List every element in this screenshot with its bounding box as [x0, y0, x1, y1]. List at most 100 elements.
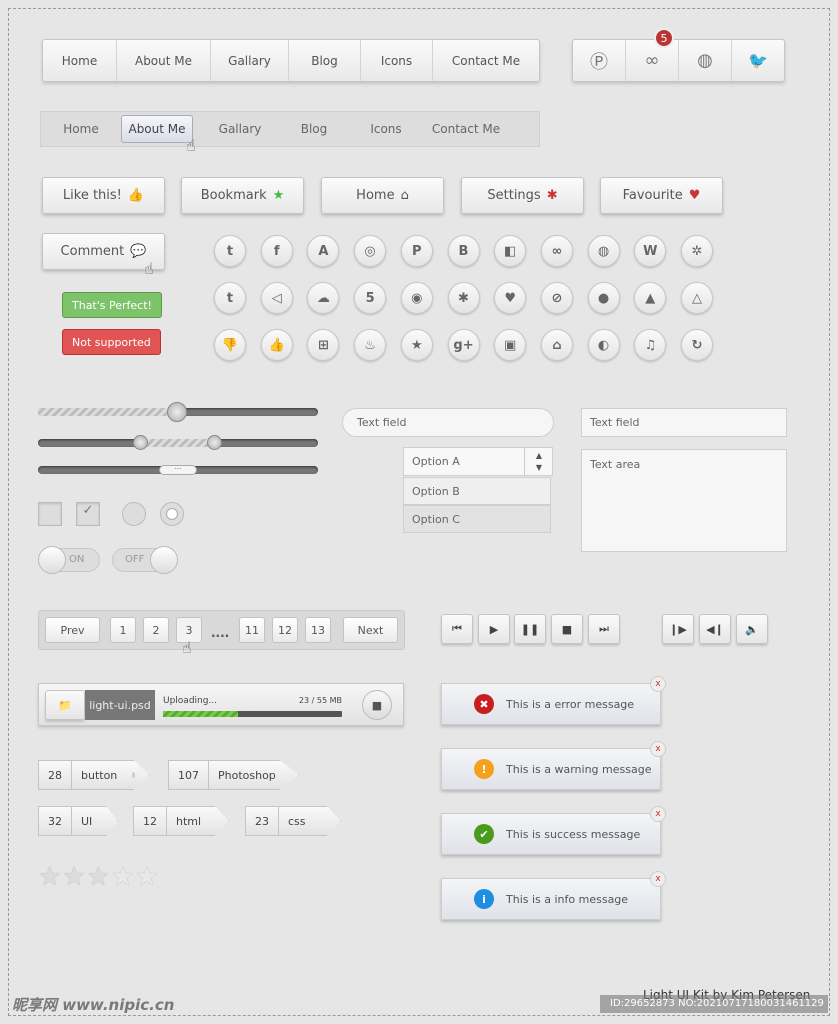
page-12[interactable]: 12 — [272, 617, 298, 643]
paper-plane-icon[interactable]: ◁ — [260, 282, 293, 314]
github-icon[interactable]: ◎ — [354, 235, 387, 267]
bookmark-button[interactable]: Bookmark ★ — [181, 177, 304, 214]
close-icon[interactable]: x — [650, 806, 666, 822]
toggle-knob[interactable] — [38, 546, 66, 574]
favourite-button[interactable]: Favourite ♥ — [600, 177, 723, 214]
html5-icon[interactable]: 5 — [354, 282, 387, 314]
social-bar: Ⓟ ∞ ◍ 🐦 — [572, 39, 785, 82]
tumblr-icon[interactable]: t — [214, 282, 246, 314]
thumbs-up-icon[interactable]: 👍 — [260, 329, 293, 361]
tag-ui[interactable]: 32 UI — [38, 806, 118, 836]
facebook-icon[interactable]: f — [260, 235, 293, 267]
step-forward-button[interactable]: ❙▶ — [662, 614, 694, 644]
google-plus-icon[interactable]: g+ — [447, 329, 480, 361]
slider-handle[interactable] — [167, 402, 187, 422]
aperture-icon[interactable]: ◐ — [587, 329, 620, 361]
checkbox-checked[interactable]: ✓ — [76, 502, 100, 526]
close-icon[interactable]: x — [650, 676, 666, 692]
home-button[interactable]: Home ⌂ — [321, 177, 444, 214]
range-slider-track[interactable] — [38, 439, 318, 447]
tag-html[interactable]: 12 html — [133, 806, 229, 836]
pause-button[interactable]: ❚❚ — [514, 614, 546, 644]
close-icon[interactable]: x — [650, 871, 666, 887]
star-rating[interactable]: ★ ★ ★ ★ ★ — [38, 862, 159, 892]
checkbox-unchecked[interactable] — [38, 502, 62, 526]
twitter-icon[interactable]: t — [214, 235, 246, 267]
nav2-item-gallary[interactable]: Gallary — [193, 112, 287, 146]
select-option-c[interactable]: Option C — [403, 505, 551, 533]
compass-icon[interactable]: ⊘ — [540, 282, 573, 314]
text-area[interactable]: Text area — [581, 449, 787, 552]
select-option-b[interactable]: Option B — [403, 477, 551, 505]
nav-item-gallary[interactable]: Gallary — [211, 40, 289, 81]
nav-item-home[interactable]: Home — [43, 40, 117, 81]
page-1[interactable]: 1 — [110, 617, 136, 643]
nav-item-about[interactable]: About Me — [117, 40, 211, 81]
nav-item-icons[interactable]: Icons — [361, 40, 433, 81]
blogger-icon[interactable]: B — [447, 235, 480, 267]
tag-photoshop[interactable]: 107 Photoshop — [168, 760, 299, 790]
upload-progress-bar — [163, 711, 342, 717]
toggle-knob[interactable] — [150, 546, 178, 574]
tag-button[interactable]: 28 button — [38, 760, 150, 790]
rounded-text-field[interactable]: Text field — [342, 408, 554, 437]
instagram-icon[interactable]: ▣ — [494, 329, 527, 361]
next-button[interactable]: Next — [343, 617, 398, 643]
stop-upload-button[interactable]: ■ — [362, 690, 392, 720]
volume-button[interactable]: 🔈 — [736, 614, 768, 644]
page-11[interactable]: 11 — [239, 617, 265, 643]
nav2-item-icons[interactable]: Icons — [341, 112, 431, 146]
joomla-icon[interactable]: ✲ — [681, 235, 713, 267]
settings-icon[interactable]: ✱ — [447, 282, 480, 314]
nav2-item-about-active[interactable]: About Me — [121, 115, 193, 143]
nav2-item-blog[interactable]: Blog — [287, 112, 341, 146]
nav2-item-contact[interactable]: Contact Me — [431, 112, 501, 146]
chrome-icon[interactable]: ◉ — [400, 282, 433, 314]
pinterest-icon[interactable]: P — [400, 235, 433, 267]
play-button[interactable]: ▶ — [478, 614, 510, 644]
step-back-button[interactable]: ◀❙ — [699, 614, 731, 644]
select-arrows-icon[interactable]: ▲ ▼ — [524, 447, 553, 476]
radio-checked[interactable] — [160, 502, 184, 526]
range-handle-min[interactable] — [133, 435, 148, 450]
nav-item-blog[interactable]: Blog — [289, 40, 361, 81]
dribbble-icon[interactable]: ◍ — [679, 40, 732, 81]
star-icon[interactable]: ★ — [400, 329, 433, 361]
scrollbar-thumb[interactable]: ··· — [159, 465, 197, 475]
skip-back-button[interactable]: ⏮ — [441, 614, 473, 644]
star-icon[interactable]: ★ — [87, 862, 110, 892]
prev-button[interactable]: Prev — [45, 617, 100, 643]
fire-icon[interactable]: ♨ — [354, 329, 387, 361]
heart-icon[interactable]: ♥ — [494, 282, 527, 314]
message-text: This is a info message — [506, 892, 629, 906]
home-icon[interactable]: ⌂ — [540, 329, 573, 361]
stumbleupon-icon[interactable]: ∞ — [626, 40, 679, 81]
like-button[interactable]: Like this! 👍 — [42, 177, 165, 214]
firefox-icon[interactable]: ↻ — [681, 329, 713, 361]
tag-css[interactable]: 23 css — [245, 806, 341, 836]
star-icon[interactable]: ★ — [111, 862, 134, 892]
nav-item-contact[interactable]: Contact Me — [433, 40, 539, 81]
settings-button[interactable]: Settings ✱ — [461, 177, 584, 214]
drive-icon[interactable]: △ — [681, 282, 713, 314]
nav2-item-home[interactable]: Home — [41, 112, 121, 146]
text-field[interactable]: Text field — [581, 408, 787, 437]
close-icon[interactable]: x — [650, 741, 666, 757]
chat-icon[interactable]: ● — [587, 282, 620, 314]
page-13[interactable]: 13 — [305, 617, 331, 643]
stumbleupon-icon[interactable]: ∞ — [540, 235, 573, 267]
delicious-icon[interactable]: ◧ — [494, 235, 527, 267]
thumbs-down-icon[interactable]: 👎 — [214, 329, 246, 361]
radio-unchecked[interactable] — [122, 502, 146, 526]
stop-button[interactable]: ■ — [551, 614, 583, 644]
skip-forward-button[interactable]: ⏭ — [588, 614, 620, 644]
star-icon[interactable]: ★ — [62, 862, 85, 892]
pinterest-icon[interactable]: Ⓟ — [573, 40, 626, 81]
folder-icon[interactable]: 📁 — [45, 690, 85, 720]
page-2[interactable]: 2 — [143, 617, 169, 643]
star-icon[interactable]: ★ — [135, 862, 158, 892]
twitter-icon[interactable]: 🐦 — [732, 40, 784, 81]
range-handle-max[interactable] — [207, 435, 222, 450]
dribbble-icon[interactable]: ◍ — [587, 235, 620, 267]
star-icon[interactable]: ★ — [38, 862, 61, 892]
